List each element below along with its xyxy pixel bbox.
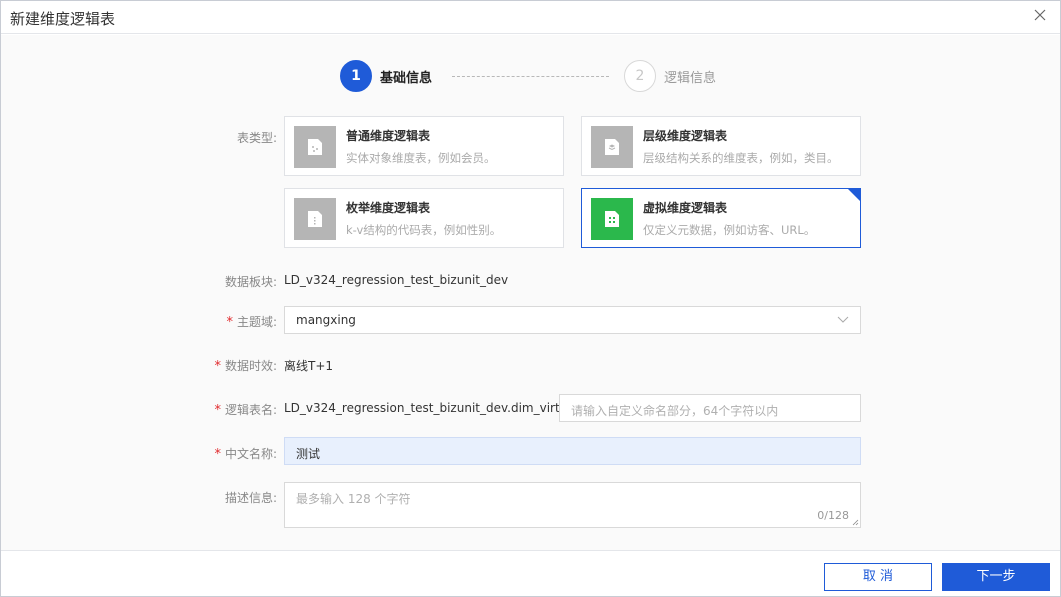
step-2-label: 逻辑信息 [664,71,717,86]
desc-char-count: 0/128 [817,509,849,522]
block-label: 数据板块: [224,275,277,289]
required-mark: * [214,447,221,462]
table-name-placeholder: 请输入自定义命名部分，64个字符以内 [571,404,779,418]
desc-textarea[interactable]: 最多输入 128 个字符 0/128 [284,482,861,528]
timeliness-value: 离线T+1 [284,359,334,373]
dialog-footer: 取 消 下一步 [1,550,1060,596]
layers-icon [591,126,633,168]
dialog-title: 新建维度逻辑表 [10,10,116,28]
table-type-label: 表类型: [236,131,277,145]
block-value: LD_v324_regression_test_bizunit_dev [284,273,509,287]
close-icon[interactable] [1033,8,1047,22]
selected-corner-mark [847,188,861,202]
grid-icon [591,198,633,240]
table-name-prefix: LD_v324_regression_test_bizunit_dev.dim_… [284,401,584,415]
table-type-card-enum[interactable]: 枚举维度逻辑表 k-v结构的代码表，例如性别。 [284,188,564,248]
domain-select-value: mangxing [296,313,356,327]
dialog-body: 1 基础信息 2 逻辑信息 表类型: 普通维度逻辑表 实体对象维度表，例如会员。… [1,35,1060,550]
card-title: 虚拟维度逻辑表 [643,201,728,215]
cancel-button[interactable]: 取 消 [824,563,932,591]
chevron-down-icon [837,316,849,323]
list-icon [294,198,336,240]
card-title: 枚举维度逻辑表 [346,201,431,215]
dialog: 新建维度逻辑表 1 基础信息 2 逻辑信息 表类型: 普通维度逻辑表 实体对象维… [0,0,1061,597]
table-name-input[interactable]: 请输入自定义命名部分，64个字符以内 [559,394,861,422]
card-desc: 仅定义元数据，例如访客、URL。 [643,223,816,237]
timeliness-label: * 数据时效: [214,359,277,374]
table-type-card-virtual[interactable]: 虚拟维度逻辑表 仅定义元数据，例如访客、URL。 [581,188,861,248]
domain-label: * 主题域: [226,315,277,330]
step-divider [452,76,609,77]
resize-grip-icon[interactable] [852,519,859,526]
dialog-header: 新建维度逻辑表 [1,1,1060,34]
card-desc: 层级结构关系的维度表，例如，类目。 [643,151,839,165]
cn-name-label: * 中文名称: [214,447,277,462]
table-name-label: * 逻辑表名: [214,403,277,418]
step-2-indicator: 2 [624,60,656,92]
desc-placeholder: 最多输入 128 个字符 [296,492,411,506]
card-desc: 实体对象维度表，例如会员。 [346,151,496,165]
table-icon [294,126,336,168]
step-1-label: 基础信息 [380,71,433,86]
cn-name-value: 测试 [296,447,321,461]
table-type-card-hierarchy[interactable]: 层级维度逻辑表 层级结构关系的维度表，例如，类目。 [581,116,861,176]
card-title: 层级维度逻辑表 [643,129,728,143]
table-type-card-normal[interactable]: 普通维度逻辑表 实体对象维度表，例如会员。 [284,116,564,176]
card-desc: k-v结构的代码表，例如性别。 [346,223,502,237]
domain-select[interactable]: mangxing [284,306,861,334]
step-1-indicator: 1 [340,60,372,92]
cn-name-input[interactable]: 测试 [284,437,861,465]
required-mark: * [226,315,233,330]
required-mark: * [214,403,221,418]
desc-label: 描述信息: [224,491,277,505]
card-title: 普通维度逻辑表 [346,129,431,143]
next-step-button[interactable]: 下一步 [942,563,1050,591]
required-mark: * [214,359,221,374]
